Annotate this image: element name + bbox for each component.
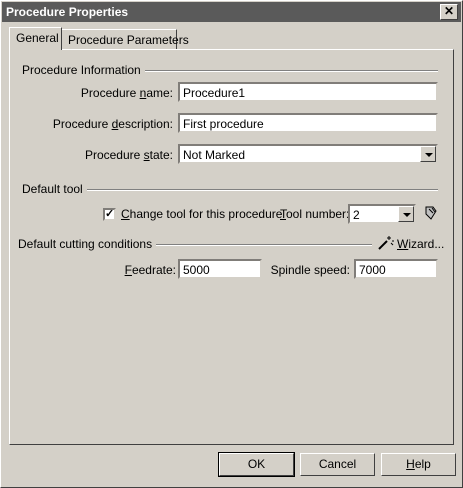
- procedure-description-input[interactable]: First procedure: [178, 113, 438, 133]
- procedure-properties-dialog: Procedure Properties ✕ General Procedure…: [0, 0, 463, 488]
- ok-button[interactable]: OK: [218, 452, 295, 477]
- tab-procedure-parameters[interactable]: Procedure Parameters: [61, 29, 189, 49]
- tab-general[interactable]: General: [9, 27, 62, 50]
- procedure-state-value: Not Marked: [183, 148, 246, 162]
- tab-general-label: General: [16, 31, 59, 45]
- wand-icon[interactable]: [377, 235, 395, 251]
- procedure-info-label: Procedure Information: [22, 63, 145, 77]
- tool-icon[interactable]: [423, 205, 439, 221]
- wizard-button[interactable]: Wizard...: [397, 237, 444, 251]
- procedure-name-label: Procedure name:: [80, 86, 173, 100]
- help-button[interactable]: Help: [381, 453, 456, 476]
- close-button[interactable]: ✕: [440, 4, 458, 20]
- tool-number-select[interactable]: 2: [348, 204, 416, 224]
- tab-procedure-parameters-label: Procedure Parameters: [68, 33, 189, 47]
- tool-number-label: Tool number:: [280, 207, 350, 221]
- spindle-speed-input[interactable]: 7000: [354, 259, 438, 279]
- close-icon: ✕: [443, 4, 455, 18]
- general-panel: Procedure Information Procedure name: Pr…: [9, 49, 454, 445]
- change-tool-label: Change tool for this procedure: [121, 207, 283, 221]
- default-tool-label: Default tool: [22, 182, 87, 196]
- feedrate-input[interactable]: 5000: [178, 259, 262, 279]
- procedure-name-input[interactable]: Procedure1: [178, 82, 438, 102]
- chevron-down-icon[interactable]: [398, 206, 414, 222]
- chevron-down-icon[interactable]: [420, 146, 436, 162]
- change-tool-checkbox[interactable]: ✓: [103, 208, 116, 221]
- procedure-state-select[interactable]: Not Marked: [178, 144, 438, 164]
- cutting-conditions-label: Default cutting conditions: [18, 237, 157, 251]
- dialog-title: Procedure Properties: [6, 5, 129, 19]
- tool-number-value: 2: [353, 208, 360, 222]
- cancel-button[interactable]: Cancel: [300, 453, 375, 476]
- title-bar[interactable]: Procedure Properties ✕: [2, 2, 461, 22]
- procedure-state-label: Procedure state:: [84, 148, 173, 162]
- procedure-description-label: Procedure description:: [52, 117, 173, 131]
- feedrate-label: Feedrate:: [124, 263, 176, 277]
- spindle-speed-label: Spindle speed:: [270, 263, 350, 277]
